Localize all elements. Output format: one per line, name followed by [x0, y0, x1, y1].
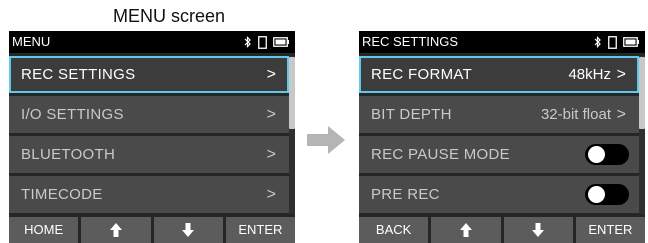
down-arrow-icon	[531, 222, 545, 238]
up-button[interactable]	[431, 217, 501, 243]
battery-icon	[273, 37, 289, 47]
chevron-right-icon: >	[266, 146, 276, 163]
up-arrow-icon	[109, 222, 123, 238]
pre-rec-toggle[interactable]	[585, 184, 629, 205]
chevron-right-icon: >	[616, 106, 626, 123]
menu-item-rec-settings[interactable]: REC SETTINGS >	[9, 56, 289, 93]
screen-title: MENU	[12, 34, 51, 49]
setting-pre-rec[interactable]: PRE REC	[359, 176, 639, 213]
menu-screen: MENU REC SETTINGS > I/O SETTINGS > BLUET…	[9, 31, 295, 243]
sd-card-icon	[608, 35, 617, 49]
status-bar: MENU	[9, 31, 295, 53]
scrollbar-thumb[interactable]	[639, 57, 645, 129]
bluetooth-icon	[244, 36, 252, 48]
setting-label: PRE REC	[371, 186, 440, 203]
toggle-knob	[588, 146, 605, 163]
status-bar: REC SETTINGS	[359, 31, 645, 53]
back-button[interactable]: BACK	[359, 217, 429, 243]
chevron-right-icon: >	[266, 186, 276, 203]
scrollbar[interactable]	[639, 56, 645, 214]
menu-item-timecode[interactable]: TIMECODE >	[9, 176, 289, 213]
menu-item-bluetooth[interactable]: BLUETOOTH >	[9, 136, 289, 173]
down-button[interactable]	[153, 217, 223, 243]
menu-item-label: REC SETTINGS	[21, 66, 136, 83]
down-arrow-icon	[181, 222, 195, 238]
setting-rec-pause-mode[interactable]: REC PAUSE MODE	[359, 136, 639, 173]
up-arrow-icon	[459, 222, 473, 238]
chevron-right-icon: >	[266, 66, 276, 83]
enter-button[interactable]: ENTER	[225, 217, 295, 243]
chevron-right-icon: >	[266, 106, 276, 123]
rec-settings-screen: REC SETTINGS REC FORMAT 48kHz > BIT DEPT…	[359, 31, 645, 243]
menu-item-io-settings[interactable]: I/O SETTINGS >	[9, 96, 289, 133]
settings-list: REC FORMAT 48kHz > BIT DEPTH 32-bit floa…	[359, 56, 639, 216]
setting-bit-depth[interactable]: BIT DEPTH 32-bit float >	[359, 96, 639, 133]
caption: MENU screen	[112, 6, 226, 26]
setting-label: BIT DEPTH	[371, 106, 452, 123]
softkey-bar: BACK ENTER	[359, 217, 645, 243]
scrollbar-thumb[interactable]	[289, 57, 295, 129]
chevron-right-icon: >	[616, 66, 626, 83]
sd-card-icon	[258, 35, 267, 49]
setting-label: REC PAUSE MODE	[371, 146, 510, 163]
status-icons	[244, 31, 289, 53]
status-icons	[594, 31, 639, 53]
menu-list: REC SETTINGS > I/O SETTINGS > BLUETOOTH …	[9, 56, 289, 216]
scrollbar[interactable]	[289, 56, 295, 214]
enter-button[interactable]: ENTER	[575, 217, 645, 243]
setting-value: 32-bit float	[540, 106, 611, 123]
battery-icon	[623, 37, 639, 47]
down-button[interactable]	[503, 217, 573, 243]
setting-value: 48kHz	[568, 66, 611, 83]
softkey-bar: HOME ENTER	[9, 217, 295, 243]
up-button[interactable]	[81, 217, 151, 243]
menu-item-label: TIMECODE	[21, 186, 103, 203]
right-arrow-icon	[306, 124, 346, 161]
rec-pause-mode-toggle[interactable]	[585, 144, 629, 165]
bluetooth-icon	[594, 36, 602, 48]
setting-rec-format[interactable]: REC FORMAT 48kHz >	[359, 56, 639, 93]
screen-title: REC SETTINGS	[362, 34, 459, 49]
toggle-knob	[588, 186, 605, 203]
home-button[interactable]: HOME	[9, 217, 79, 243]
setting-label: REC FORMAT	[371, 66, 473, 83]
menu-item-label: I/O SETTINGS	[21, 106, 124, 123]
menu-item-label: BLUETOOTH	[21, 146, 116, 163]
